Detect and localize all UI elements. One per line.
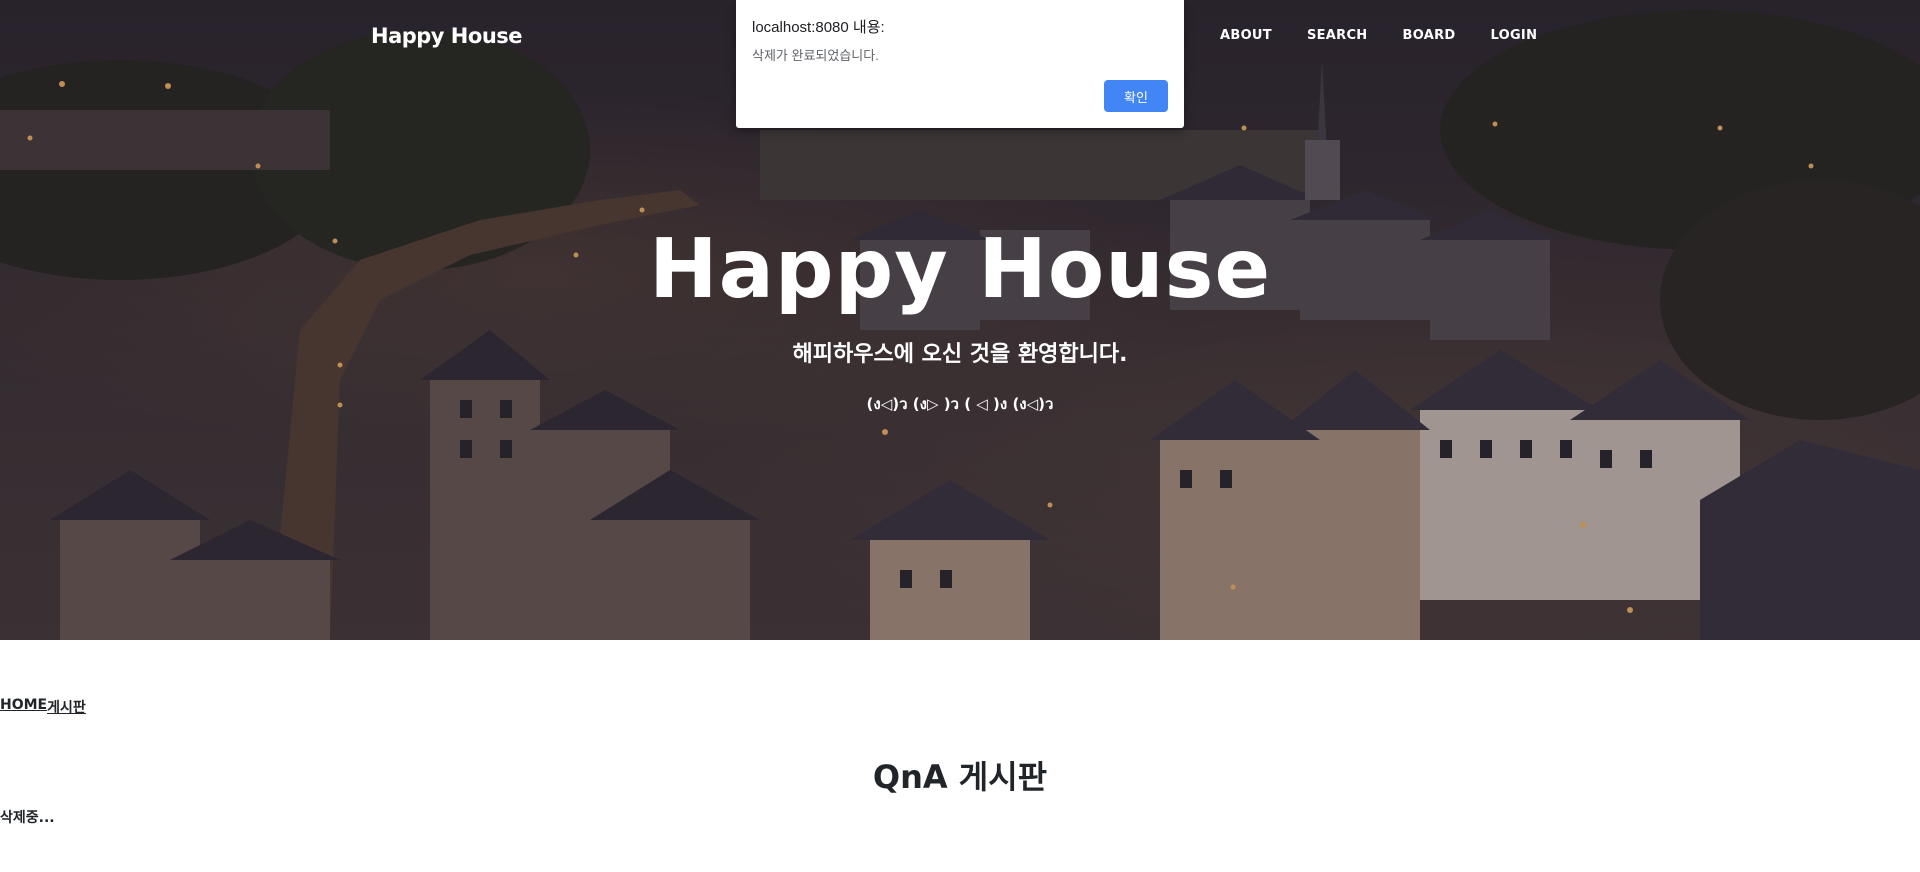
hero-kaomoji: (ง◁)ว (ง▷ )ว ( ◁ )ง (ง◁)ว xyxy=(866,395,1054,413)
nav-brand-link[interactable]: Happy House xyxy=(371,24,523,48)
hero-subtitle: 해피하우스에 오신 것을 환영합니다. xyxy=(792,342,1128,367)
status-text: 삭제중... xyxy=(0,810,55,826)
nav-menu: ABOUT SEARCH BOARD LOGIN xyxy=(1220,28,1572,43)
nav-link-login[interactable]: LOGIN xyxy=(1490,28,1537,43)
nav-link-board[interactable]: BOARD xyxy=(1403,28,1456,43)
alert-dialog: localhost:8080 내용: 삭제가 완료되었습니다. 확인 xyxy=(736,0,1184,128)
dialog-title: localhost:8080 내용: xyxy=(752,19,885,36)
breadcrumb-board-link[interactable]: 게시판 xyxy=(47,697,86,717)
dialog-message: 삭제가 완료되었습니다. xyxy=(752,48,879,63)
page-title: QnA 게시판 xyxy=(872,758,1048,796)
nav-link-about[interactable]: ABOUT xyxy=(1220,28,1272,43)
breadcrumb: HOME 게시판 xyxy=(0,697,86,717)
dialog-ok-button[interactable]: 확인 xyxy=(1104,80,1168,112)
hero-title: Happy House xyxy=(648,222,1272,317)
nav-link-search[interactable]: SEARCH xyxy=(1307,28,1368,43)
breadcrumb-home-link[interactable]: HOME xyxy=(0,697,47,717)
